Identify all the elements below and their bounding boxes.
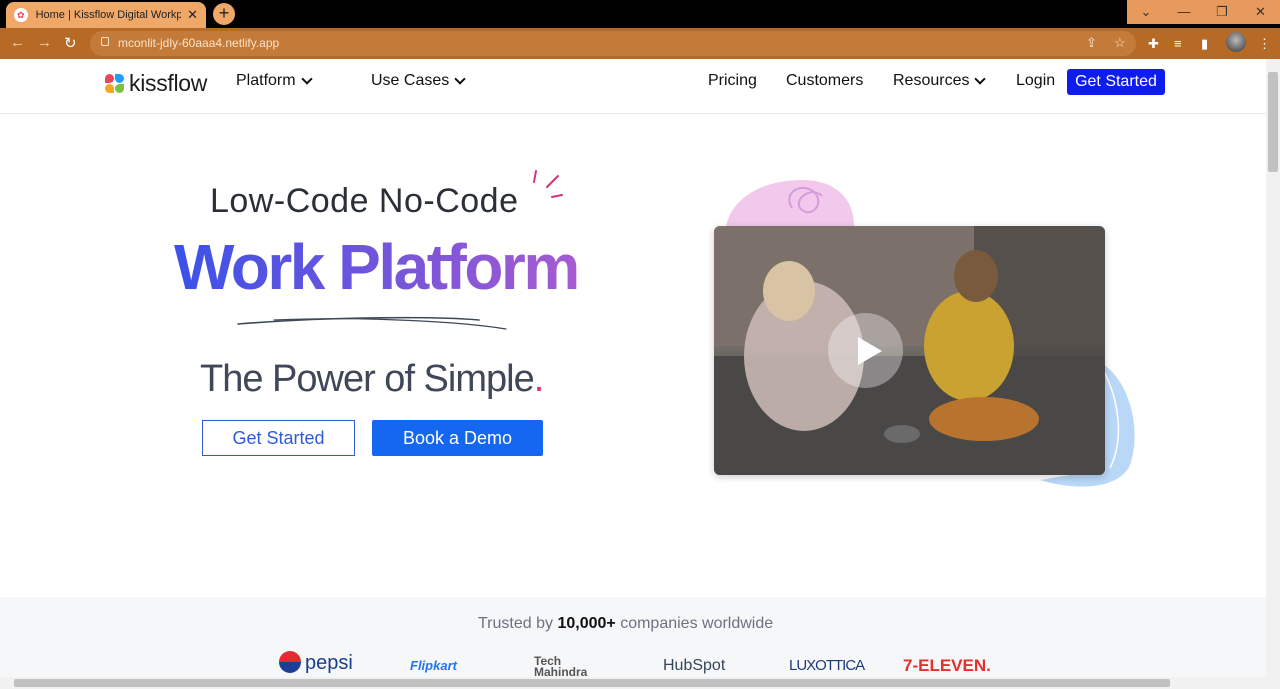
book-demo-button[interactable]: Book a Demo — [372, 420, 543, 456]
url-text: mconlit-jdly-60aaa4.netlify.app — [118, 36, 280, 50]
hubspot-logo: HubSpot — [663, 657, 726, 674]
chevron-down-icon — [974, 73, 987, 85]
nav-use-cases[interactable]: Use Cases — [371, 72, 466, 90]
pepsi-label: pepsi — [305, 652, 353, 674]
hero-tagline: The Power of Simple. — [200, 358, 545, 401]
tab-close-icon[interactable]: ✕ — [187, 7, 198, 23]
hero-tagline-text: The Power of Simple — [200, 358, 535, 400]
browser-toolbar: ← → ↻ mconlit-jdly-60aaa4.netlify.app ⇪ … — [0, 28, 1280, 59]
restore-icon[interactable]: ❐ — [1203, 0, 1241, 24]
nav-resources-label: Resources — [893, 72, 970, 89]
kissflow-logo-icon — [105, 73, 125, 94]
sparkle-decoration — [533, 170, 563, 198]
reading-list-icon[interactable]: ≡ — [1174, 36, 1182, 51]
nav-use-cases-label: Use Cases — [371, 72, 450, 89]
new-tab-button[interactable]: + — [213, 3, 235, 25]
nav-resources[interactable]: Resources — [893, 72, 987, 90]
extensions-icon[interactable]: ✚ — [1148, 36, 1159, 52]
lock-icon — [101, 37, 109, 46]
browser-tab[interactable]: ✿ Home | Kissflow Digital Workplac ✕ — [6, 2, 206, 28]
forward-icon[interactable]: → — [37, 34, 52, 51]
flipkart-logo: Flipkart — [410, 658, 457, 673]
side-panel-icon[interactable]: ▮ — [1201, 36, 1208, 52]
reload-icon[interactable]: ↻ — [64, 34, 77, 52]
header-get-started-button[interactable]: Get Started — [1067, 69, 1165, 95]
brand-name: kissflow — [129, 70, 208, 96]
tech-mahindra-logo: Tech Mahindra — [534, 656, 588, 676]
minimize-icon[interactable]: — — [1165, 0, 1203, 24]
hero-tagline-dot: . — [533, 358, 545, 400]
profile-avatar[interactable] — [1226, 32, 1246, 52]
close-window-icon[interactable]: ✕ — [1241, 0, 1280, 24]
nav-pricing[interactable]: Pricing — [708, 72, 757, 90]
pepsi-globe-icon — [279, 651, 301, 673]
address-bar[interactable]: mconlit-jdly-60aaa4.netlify.app ⇪ ☆ — [90, 31, 1136, 56]
tab-title: Home | Kissflow Digital Workplac — [35, 9, 182, 21]
kissflow-favicon-icon: ✿ — [14, 8, 28, 22]
nav-login[interactable]: Login — [1016, 72, 1055, 90]
horizontal-scrollbar-thumb[interactable] — [14, 679, 1170, 687]
site-header: kissflow Platform Use Cases Pricing Cust… — [0, 59, 1266, 114]
hero-subtitle: Low-Code No-Code — [210, 182, 519, 220]
nav-platform[interactable]: Platform — [236, 72, 313, 90]
share-icon[interactable]: ⇪ — [1086, 35, 1097, 51]
hero-title: Work Platform — [174, 231, 580, 303]
underline-scribble — [237, 316, 507, 330]
tab-strip: ✿ Home | Kissflow Digital Workplac ✕ + ⌄… — [0, 0, 1280, 28]
hero-video[interactable] — [714, 226, 1105, 475]
bookmark-star-icon[interactable]: ☆ — [1114, 35, 1126, 51]
nav-platform-label: Platform — [236, 72, 296, 89]
trusted-suffix: companies worldwide — [620, 615, 774, 632]
kissflow-logo[interactable]: kissflow — [105, 70, 207, 97]
trusted-section — [0, 597, 1266, 677]
back-icon[interactable]: ← — [10, 34, 25, 51]
luxottica-logo: LUXOTTICA — [789, 657, 865, 674]
chevron-down-icon — [454, 73, 466, 85]
tab-search-icon[interactable]: ⌄ — [1127, 0, 1165, 24]
pink-blob-decoration — [726, 180, 854, 226]
chevron-down-icon — [300, 73, 313, 85]
hero-get-started-button[interactable]: Get Started — [202, 420, 355, 456]
vertical-scrollbar-thumb[interactable] — [1268, 72, 1278, 172]
video-thumbnail — [714, 226, 1105, 475]
trusted-text: Trusted by 10,000+ companies worldwide — [478, 615, 773, 633]
trusted-prefix: Trusted by — [478, 615, 553, 632]
nav-customers[interactable]: Customers — [786, 72, 863, 90]
pepsi-logo: pepsi — [279, 651, 353, 675]
seven-eleven-logo: 7-ELEVEN. — [903, 656, 991, 675]
play-icon — [858, 337, 882, 365]
trusted-count: 10,000+ — [557, 615, 616, 632]
browser-menu-icon[interactable]: ⋮ — [1258, 36, 1271, 52]
